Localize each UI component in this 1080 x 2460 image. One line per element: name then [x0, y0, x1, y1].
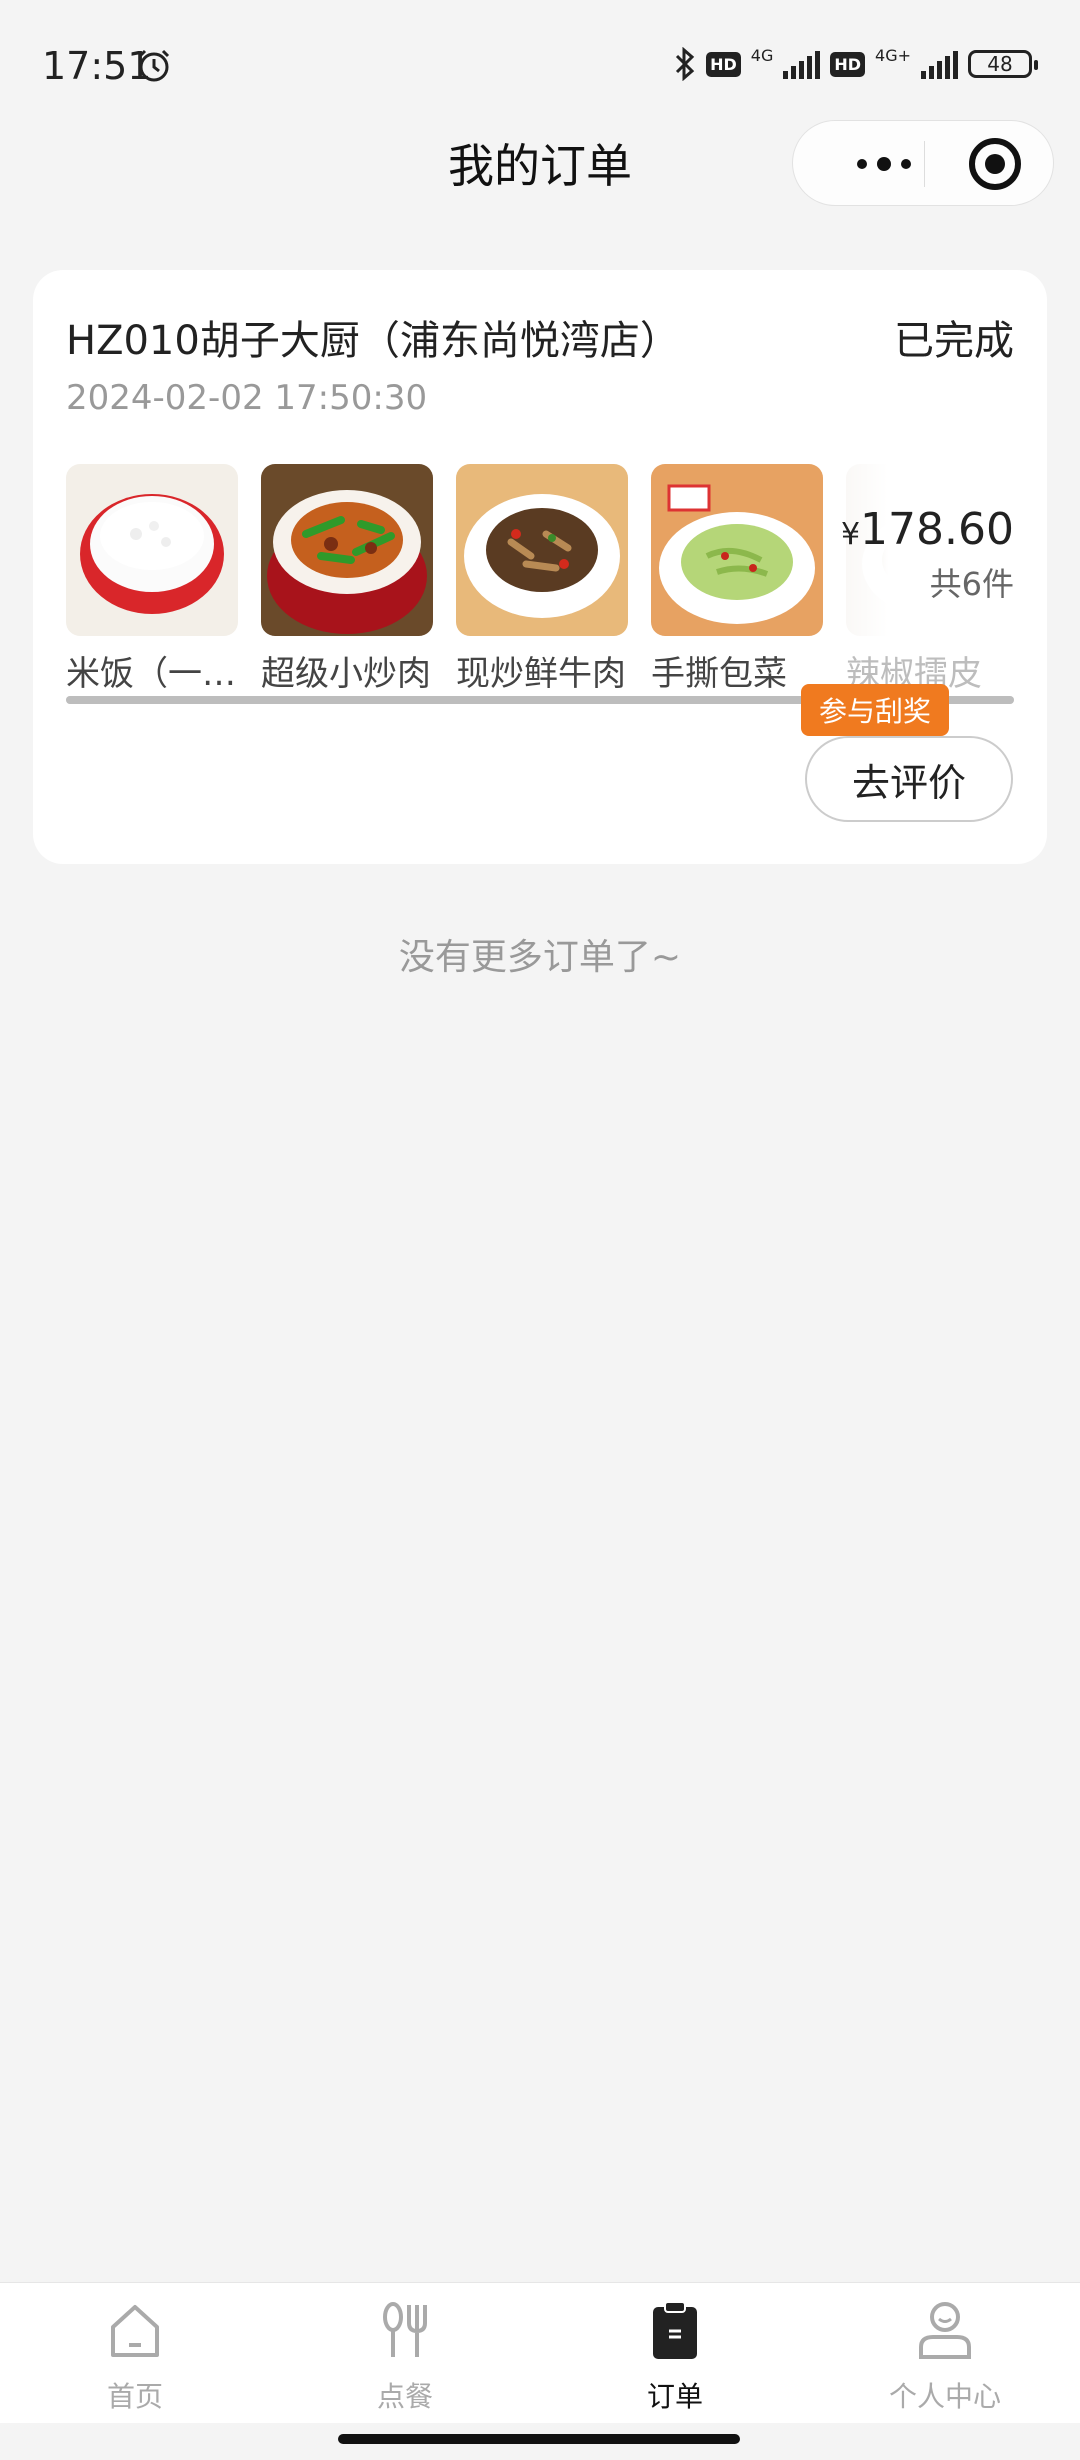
- battery-icon: 48: [968, 50, 1038, 78]
- item-count: 共6件: [929, 565, 1014, 603]
- alarm-icon: [138, 49, 170, 82]
- item-name: 米饭（一…: [66, 654, 236, 694]
- no-more-orders-text: 没有更多订单了~: [398, 937, 682, 978]
- order-items[interactable]: 米饭（一… 超级小炒肉 现炒鲜牛肉 手撕包菜 辣椒擂皮 ¥178.60 共6件: [66, 464, 1014, 694]
- shop-name: HZ010胡子大厨（浦东尚悦湾店）: [66, 318, 680, 364]
- rice-bowl-image: [66, 464, 238, 636]
- network-type: 4G+: [875, 45, 911, 65]
- bluetooth-icon: [676, 47, 695, 81]
- tab-orders[interactable]: 订单: [575, 2299, 775, 2415]
- item-name: 现炒鲜牛肉: [456, 654, 626, 694]
- tab-label: 个人中心: [888, 2380, 1001, 2413]
- clipboard-icon: [653, 2301, 697, 2359]
- user-icon: [919, 2302, 971, 2359]
- order-status: 已完成: [894, 318, 1014, 364]
- review-button[interactable]: 去评价: [805, 736, 1013, 822]
- hd-badge: HD: [830, 51, 866, 77]
- home-icon: [111, 2305, 159, 2357]
- order-price-summary: ¥178.60 共6件: [834, 464, 1014, 636]
- lottery-badge[interactable]: 参与刮奖: [801, 684, 949, 748]
- tab-label: 订单: [646, 2380, 703, 2413]
- home-indicator[interactable]: [338, 2434, 740, 2444]
- hd-badge: HD: [706, 51, 741, 77]
- order-time: 2024-02-02 17:50:30: [66, 378, 428, 418]
- item-name: 手撕包菜: [651, 654, 787, 694]
- stir-fried-pork-image: [261, 464, 433, 636]
- order-price: ¥178.60: [840, 504, 1014, 555]
- order-item: 超级小炒肉: [261, 464, 433, 694]
- battery-level: 48: [987, 52, 1013, 76]
- status-icons: HD 4G HD 4G+ 48: [674, 44, 1038, 84]
- close-mini-program-icon[interactable]: [969, 138, 1021, 190]
- utensils-icon: [383, 2302, 427, 2357]
- tab-bar: 首页 点餐 订单 个人中心: [0, 2282, 1080, 2423]
- more-icon[interactable]: [829, 149, 939, 179]
- status-bar: 17:51 HD 4G HD 4G+ 48: [0, 0, 1080, 120]
- tab-profile[interactable]: 个人中心: [845, 2299, 1045, 2415]
- tab-label: 首页: [106, 2380, 163, 2413]
- order-item: 现炒鲜牛肉: [456, 464, 628, 694]
- tab-order-food[interactable]: 点餐: [305, 2299, 505, 2415]
- order-item: 手撕包菜: [651, 464, 823, 694]
- signal-icon: [783, 49, 821, 79]
- cabbage-image: [651, 464, 823, 636]
- order-card[interactable]: HZ010胡子大厨（浦东尚悦湾店） 已完成 2024-02-02 17:50:3…: [33, 270, 1047, 864]
- signal-icon: [921, 49, 958, 79]
- tab-home[interactable]: 首页: [35, 2299, 235, 2415]
- item-name: 超级小炒肉: [261, 654, 431, 694]
- order-item: 米饭（一…: [66, 464, 238, 694]
- network-type: 4G: [750, 45, 774, 65]
- capsule-divider: [924, 141, 925, 187]
- tab-label: 点餐: [376, 2380, 433, 2413]
- mini-program-capsule: [792, 120, 1054, 206]
- fresh-beef-image: [456, 464, 628, 636]
